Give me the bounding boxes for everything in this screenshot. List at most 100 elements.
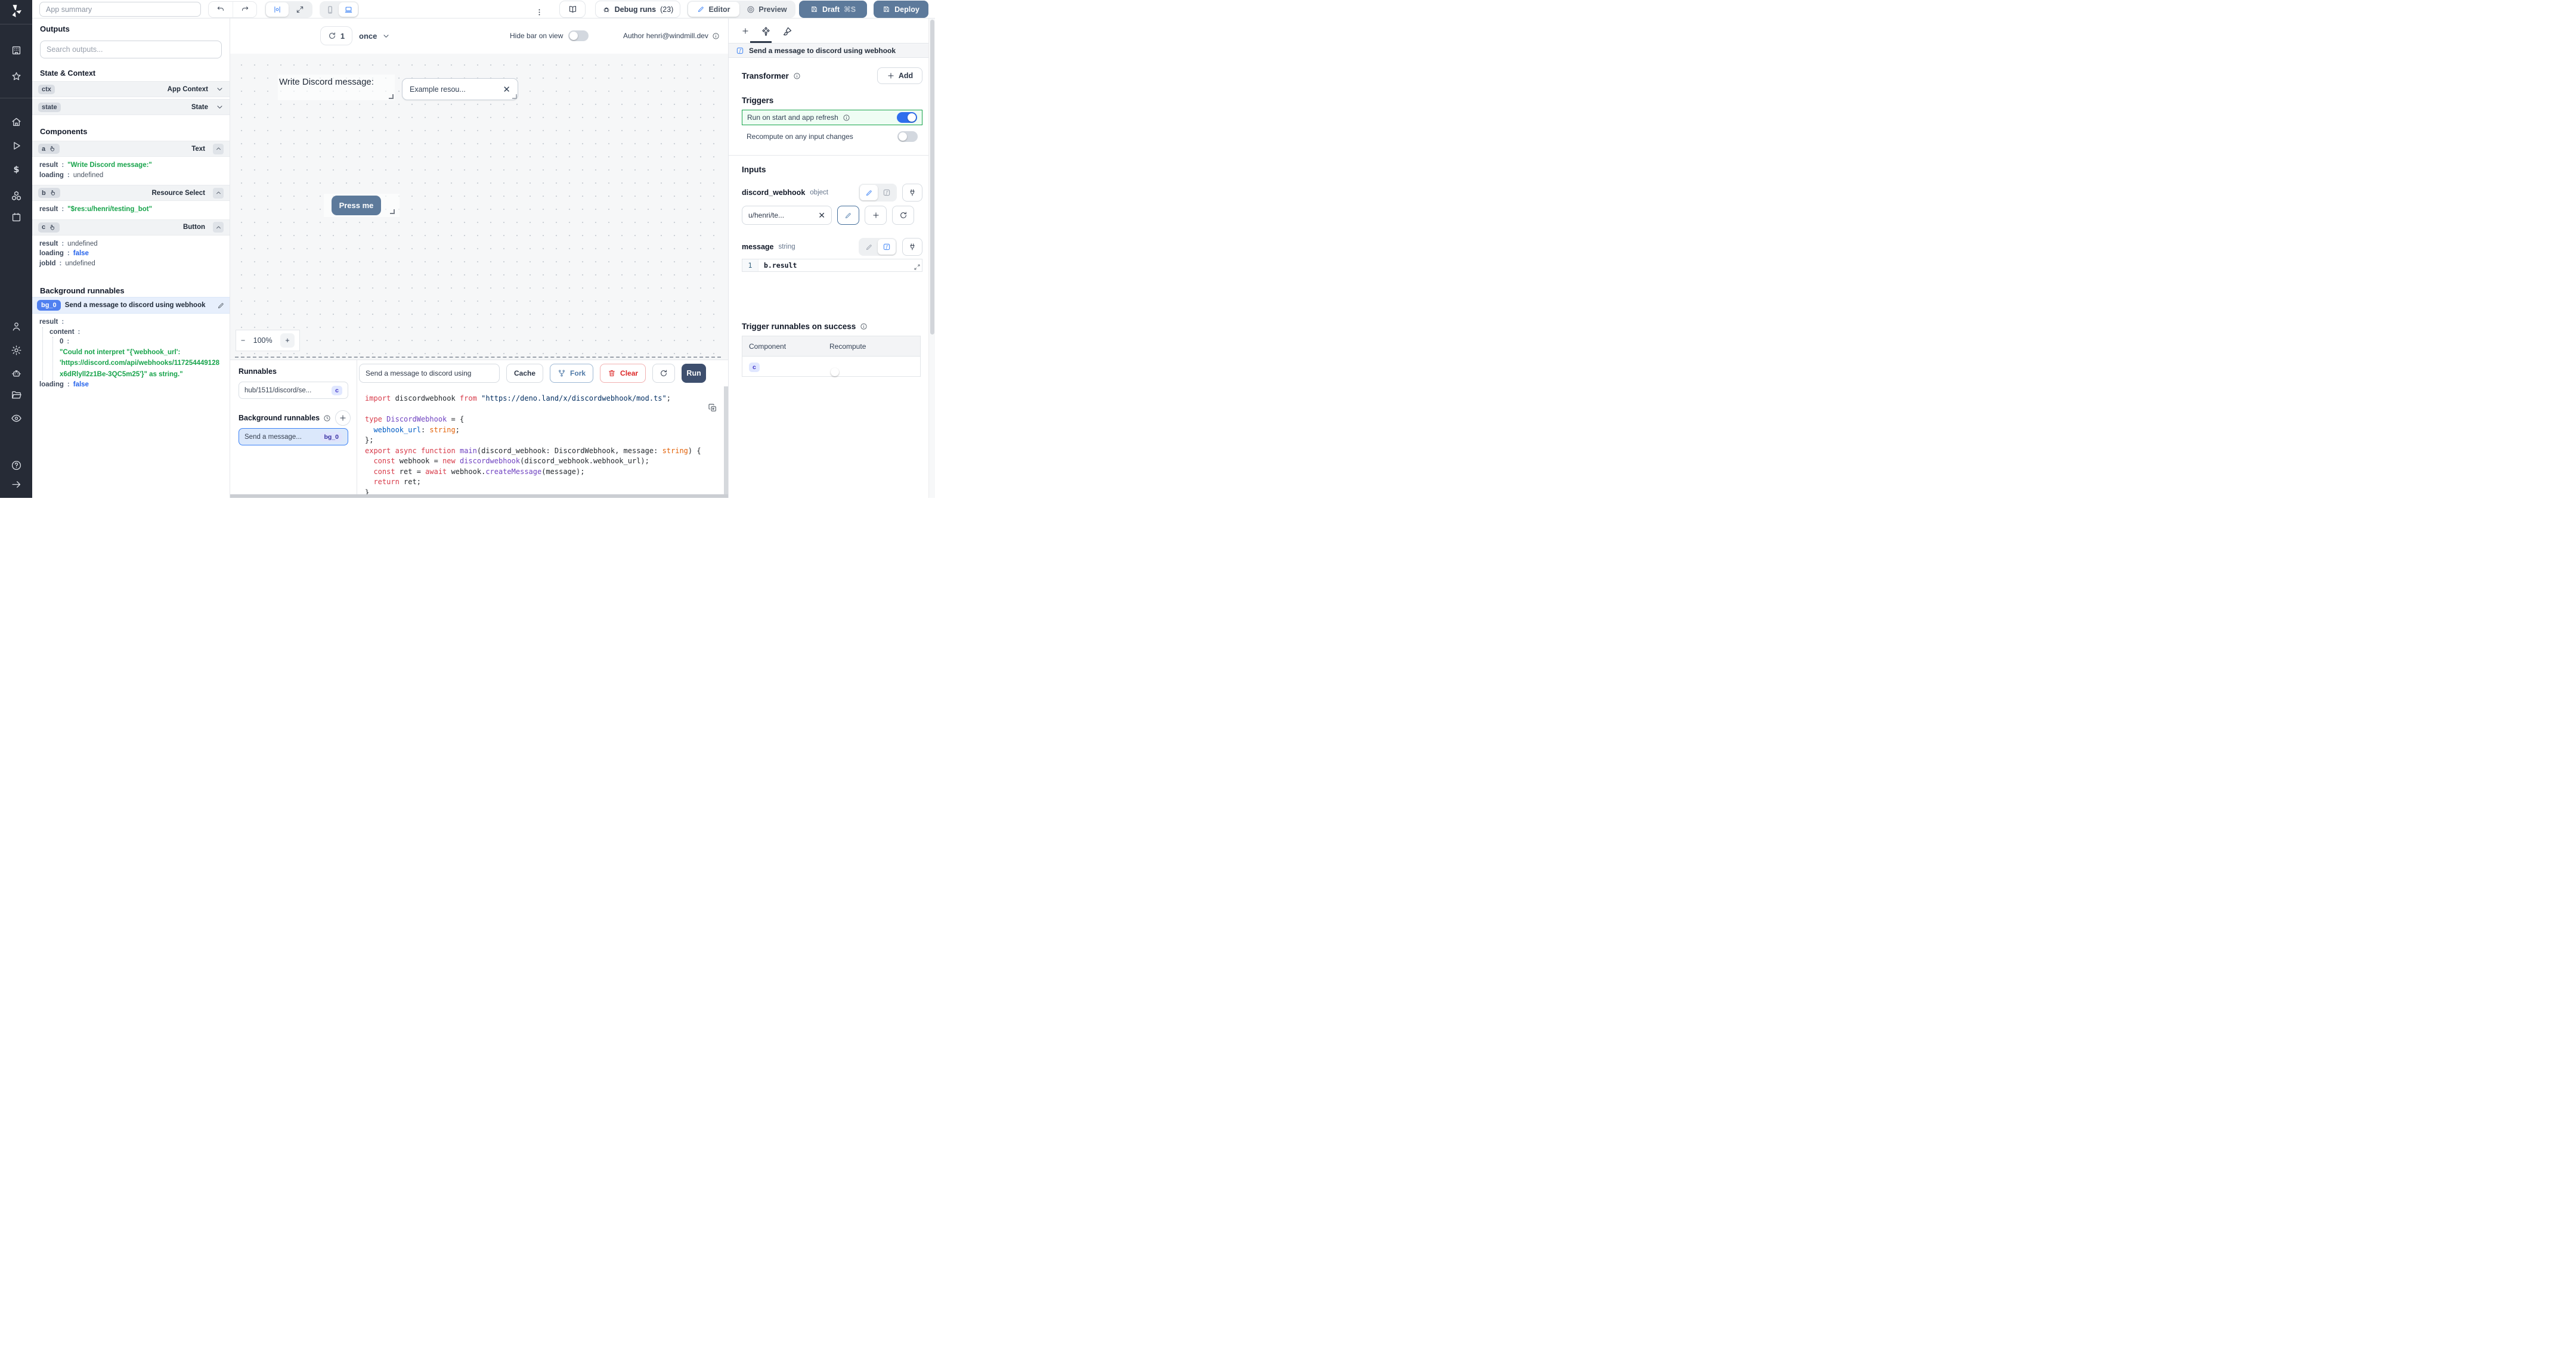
run-on-start-toggle[interactable] <box>897 112 917 123</box>
component-header-b[interactable]: b Resource Select <box>32 185 230 201</box>
arrow-right-icon[interactable] <box>10 478 22 490</box>
fullscreen-button[interactable] <box>289 2 311 17</box>
connect-input-button[interactable] <box>902 184 922 202</box>
eval-mode-button[interactable]: f <box>878 239 896 255</box>
tab-component-settings[interactable] <box>760 25 772 37</box>
trigger-label: Recompute on any input changes <box>747 132 853 141</box>
edit-pencil-icon[interactable] <box>217 302 225 309</box>
app-summary-input[interactable]: App summary <box>39 2 201 17</box>
kebab-icon <box>535 8 544 17</box>
centered-layout-button[interactable] <box>266 2 289 17</box>
reload-button[interactable] <box>652 364 676 383</box>
collapse-button[interactable] <box>213 143 224 154</box>
clear-button[interactable]: Clear <box>600 364 646 383</box>
more-menu-button[interactable] <box>535 5 544 20</box>
code-editor[interactable]: import discordwebhook from "https://deno… <box>357 386 724 494</box>
star-icon[interactable] <box>10 70 22 82</box>
dollar-icon[interactable]: $ <box>10 163 22 175</box>
collapse-button[interactable] <box>213 187 224 199</box>
fork-button[interactable]: Fork <box>550 364 594 383</box>
ctx-row[interactable]: ctx App Context <box>32 81 230 97</box>
run-button[interactable]: Run <box>682 364 707 383</box>
tab-preview[interactable]: Preview <box>739 2 794 17</box>
search-outputs-input[interactable]: Search outputs... <box>40 41 222 58</box>
zoom-in-button[interactable]: + <box>280 333 295 348</box>
tab-editor[interactable]: Editor <box>688 2 739 17</box>
resource-picker[interactable]: u/henri/te... ✕ <box>742 206 832 225</box>
tab-add-component[interactable] <box>739 25 751 37</box>
robot-icon[interactable] <box>10 367 22 379</box>
clear-x-icon[interactable]: ✕ <box>503 84 510 95</box>
home-icon[interactable] <box>10 116 22 128</box>
clear-x-icon[interactable]: ✕ <box>818 210 825 221</box>
user-icon[interactable] <box>10 320 22 332</box>
state-badge: state <box>38 102 61 112</box>
background-runnable-item-selected[interactable]: Send a message... bg_0 <box>239 428 348 445</box>
resource-select-component[interactable]: Example resou... ✕ <box>402 78 518 100</box>
cache-button[interactable]: Cache <box>506 364 544 383</box>
text-component-wrapper[interactable]: Write Discord message: <box>278 75 395 100</box>
app-page[interactable]: Write Discord message: Example resou... … <box>235 58 721 358</box>
chevron-down-icon[interactable] <box>216 103 224 111</box>
right-panel-scrollbar[interactable] <box>928 18 935 498</box>
component-header-a[interactable]: a Text <box>32 141 230 157</box>
resize-handle[interactable] <box>389 94 394 99</box>
mobile-view-button[interactable] <box>321 2 339 17</box>
undo-button[interactable] <box>209 2 233 17</box>
edit-resource-button[interactable] <box>837 206 859 225</box>
static-mode-button[interactable] <box>860 239 878 255</box>
connect-input-button[interactable] <box>902 238 922 256</box>
add-resource-button[interactable] <box>865 206 887 225</box>
ctx-label: App Context <box>167 85 208 93</box>
hide-bar-toggle[interactable] <box>568 30 589 41</box>
draft-button[interactable]: Draft ⌘S <box>799 1 867 18</box>
state-context-title: State & Context <box>40 69 96 78</box>
add-background-runnable-button[interactable] <box>335 410 351 426</box>
text-component[interactable]: Write Discord message: <box>278 75 395 87</box>
canvas-region: 1 once Hide bar on view Author henri@win… <box>230 18 728 498</box>
add-transformer-button[interactable]: Add <box>877 67 922 84</box>
centered-layout-icon <box>273 5 281 14</box>
chevron-down-icon[interactable] <box>216 85 224 93</box>
folder-icon[interactable] <box>10 389 22 401</box>
state-row[interactable]: state State <box>32 99 230 115</box>
tab-styling[interactable] <box>781 25 793 37</box>
app-canvas[interactable]: Write Discord message: Example resou... … <box>230 54 728 360</box>
static-mode-button[interactable] <box>860 185 878 200</box>
scrollbar-thumb[interactable] <box>930 20 934 335</box>
cubes-icon[interactable] <box>10 190 22 202</box>
building-icon[interactable] <box>10 44 22 56</box>
eval-mode-button[interactable]: f <box>878 185 896 200</box>
background-runnable-row[interactable]: bg_0 Send a message to discord using web… <box>32 297 230 314</box>
horizontal-scrollbar[interactable] <box>230 494 728 498</box>
copy-code-icon[interactable] <box>708 403 717 413</box>
expand-editor-icon[interactable] <box>914 264 921 271</box>
component-header-c[interactable]: c Button <box>32 219 230 236</box>
deploy-button[interactable]: Deploy <box>874 1 928 18</box>
runnable-item[interactable]: hub/1511/discord/se... c <box>239 382 348 399</box>
refresh-count-button[interactable]: 1 <box>320 26 352 45</box>
resize-handle[interactable] <box>512 94 517 99</box>
help-icon[interactable] <box>10 459 22 471</box>
debug-runs-button[interactable]: Debug runs (23) <box>595 1 680 18</box>
pencil-icon <box>865 189 873 197</box>
collapse-button[interactable] <box>213 222 224 233</box>
calendar-icon[interactable] <box>10 211 22 223</box>
refresh-resource-button[interactable] <box>892 206 914 225</box>
code-scrollbar[interactable] <box>724 386 728 494</box>
eye-icon[interactable] <box>10 412 22 424</box>
docs-button[interactable] <box>559 1 586 18</box>
play-icon[interactable] <box>10 140 22 151</box>
run-mode-dropdown[interactable]: once <box>359 26 390 45</box>
resize-handle[interactable] <box>390 209 395 214</box>
recompute-toggle[interactable] <box>897 131 918 142</box>
runnable-name-input[interactable]: Send a message to discord using <box>359 364 500 383</box>
desktop-view-button[interactable] <box>339 2 358 17</box>
info-icon <box>793 72 801 80</box>
gear-icon[interactable] <box>10 344 22 356</box>
zoom-out-button[interactable]: − <box>241 336 245 345</box>
press-me-button[interactable]: Press me <box>332 196 381 215</box>
expression-editor[interactable]: 1 b.result <box>742 259 922 272</box>
windmill-logo[interactable] <box>8 3 23 18</box>
redo-button[interactable] <box>233 2 256 17</box>
